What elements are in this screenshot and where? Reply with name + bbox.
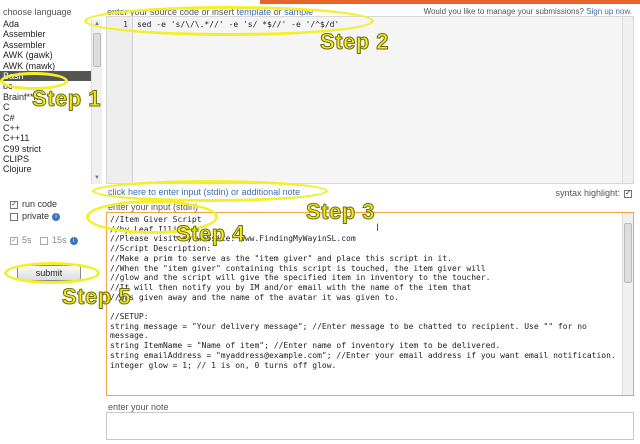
step-5-label: Step 5 <box>61 284 132 310</box>
stdin-scrollbar[interactable] <box>622 213 633 395</box>
manage-text: Would you like to manage your submission… <box>423 7 584 16</box>
run-code-label: run code <box>22 199 58 209</box>
syntax-highlight-toggle[interactable]: syntax highlight: ✓ <box>555 188 632 198</box>
syntax-highlight-checkbox[interactable]: ✓ <box>624 189 632 198</box>
step-1-label: Step 1 <box>31 86 102 112</box>
syntax-highlight-label: syntax highlight: <box>555 188 620 198</box>
language-item[interactable]: C# <box>0 113 102 123</box>
language-item[interactable]: C++11 <box>0 133 102 143</box>
time-15s-checkbox[interactable] <box>40 236 49 245</box>
editor-scrollbar[interactable] <box>622 17 633 183</box>
highlight-stdin-link <box>92 180 328 202</box>
top-accent-bar <box>260 0 640 4</box>
time-info-icon[interactable]: i <box>69 236 78 245</box>
step-4-label: Step 4 <box>175 221 246 247</box>
highlight-submit <box>4 262 100 284</box>
run-code-option[interactable]: ✓ run code <box>10 199 57 209</box>
line-number-gutter: 1 <box>107 17 133 183</box>
run-code-checkbox[interactable]: ✓ <box>10 200 18 209</box>
note-input[interactable] <box>106 412 634 440</box>
step-3-label: Step 3 <box>305 199 376 225</box>
note-label: enter your note <box>108 402 169 412</box>
language-item[interactable]: AWK (mawk) <box>0 61 102 71</box>
language-item[interactable]: AWK (gawk) <box>0 50 102 60</box>
step-2-label: Step 2 <box>319 29 390 55</box>
private-option[interactable]: private i <box>10 211 61 221</box>
stdin-scrollbar-thumb[interactable] <box>624 223 632 283</box>
scrollbar-thumb[interactable] <box>93 33 101 67</box>
choose-language-label: choose language <box>3 7 72 17</box>
private-label: private <box>22 211 50 221</box>
language-item[interactable]: Clojure <box>0 164 102 174</box>
info-icon[interactable]: i <box>52 212 61 221</box>
time-limit-options[interactable]: ✓ 5s 15s i <box>10 235 78 245</box>
language-item[interactable]: Assembler <box>0 29 102 39</box>
scroll-down-icon[interactable]: ▼ <box>93 174 101 183</box>
language-item[interactable]: C99 strict <box>0 144 102 154</box>
language-item[interactable]: C++ <box>0 123 102 133</box>
language-item[interactable]: Assembler <box>0 40 102 50</box>
time-5s-label: 5s <box>22 235 32 245</box>
private-checkbox[interactable] <box>10 212 18 221</box>
language-item[interactable]: CLIPS <box>0 154 102 164</box>
time-5s-checkbox[interactable]: ✓ <box>10 236 18 245</box>
signup-link[interactable]: Sign up now. <box>586 7 632 16</box>
text-cursor-icon: Ⅰ <box>376 223 379 234</box>
manage-submissions-text: Would you like to manage your submission… <box>424 7 632 16</box>
time-15s-label: 15s <box>52 235 67 245</box>
